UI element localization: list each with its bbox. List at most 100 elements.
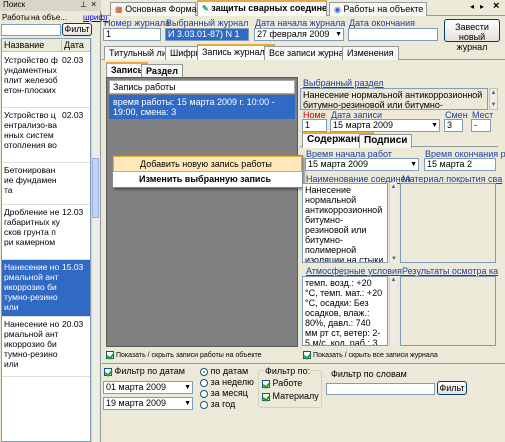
work-start-field[interactable]: 15 марта 2009 ▼	[305, 158, 419, 171]
checkbox-icon[interactable]	[262, 392, 270, 401]
table-header: Название Дата	[2, 39, 90, 52]
radio-icon[interactable]	[200, 400, 208, 409]
inspection-textbox[interactable]	[400, 276, 496, 346]
chevron-down-icon[interactable]: ▼	[184, 382, 191, 393]
search-panel-titlebar: Поиск ⊥ ×	[0, 0, 101, 11]
filter-by-work[interactable]: Работе	[262, 378, 302, 388]
end-date-field[interactable]	[348, 28, 438, 41]
record-date-field[interactable]: 15 марта 2009 ▼	[330, 119, 440, 132]
scroll-down-icon[interactable]: ▼	[490, 101, 497, 109]
atmosphere-scroll[interactable]: ▲	[389, 276, 397, 346]
menu-item-edit-record[interactable]: Изменить выбранную запись	[113, 172, 302, 188]
work-end-field[interactable]: 15 марта 2	[424, 158, 496, 171]
row-date: 20.03	[62, 319, 84, 329]
shift-field[interactable]: 3	[444, 119, 463, 132]
table-row[interactable]: Устройство централизо-ванных систем отоп…	[2, 108, 90, 163]
connection-name-text: Нанесение нормальной антикоррозионной би…	[305, 185, 384, 263]
record-number-field[interactable]: 1	[302, 119, 327, 132]
checkbox-icon[interactable]	[106, 351, 114, 359]
table-row[interactable]: Нанесение нормальной антикоррозио битумн…	[2, 317, 90, 377]
table-row[interactable]: Дробление негабаритных кусков грунта при…	[2, 205, 90, 260]
filter-by-work-label: Работе	[272, 378, 303, 388]
row-name: Устройство фундаментных плит железобетон…	[4, 55, 58, 95]
table-row[interactable]: Нанесение нормальной антикоррозио битумн…	[2, 260, 90, 317]
place-field[interactable]: -	[471, 119, 491, 132]
radio-week[interactable]: за неделю	[200, 377, 254, 387]
row-date: 02.03	[62, 55, 84, 65]
tab-main-form[interactable]: ▦ Основная Форма	[110, 2, 197, 16]
close-icon[interactable]: ×	[91, 0, 96, 9]
filter-by-material[interactable]: Материалу	[262, 391, 319, 401]
scroll-down-icon[interactable]: ▼	[390, 255, 398, 263]
chevron-down-icon[interactable]: ▼	[431, 120, 438, 131]
toggle-all-records[interactable]: Показать / скрыть все записи журнала	[303, 351, 438, 359]
row-date: 12.03	[62, 207, 84, 217]
filter-by-label: Фильтр по:	[264, 366, 312, 376]
chevron-down-icon[interactable]: ▼	[410, 159, 417, 170]
search-panel: Поиск ⊥ × Работы на объе... шрифт Фильт …	[0, 0, 108, 442]
chevron-down-icon[interactable]: ▼	[335, 29, 342, 40]
tab-section[interactable]: Раздел	[141, 64, 183, 78]
checkbox-icon[interactable]	[303, 351, 311, 359]
date-from-field[interactable]: 01 марта 2009 ▼	[103, 381, 193, 394]
radio-label: за месяц	[210, 388, 248, 398]
tab-weld-journal[interactable]: ✎ защиты сварных соединени	[197, 0, 327, 16]
menu-item-add-record[interactable]: Добавить новую запись работы	[113, 156, 302, 172]
works-list-header: Запись работы	[109, 80, 295, 94]
start-date-field[interactable]: 27 февраля 2009 ▼	[254, 28, 344, 41]
scroll-up-icon[interactable]: ▲	[390, 183, 397, 191]
works-table: Название Дата Устройство фундаментных пл…	[1, 38, 91, 442]
column-header-name[interactable]: Название	[4, 40, 44, 50]
radio-month[interactable]: за месяц	[200, 388, 248, 398]
checkbox-icon[interactable]	[262, 379, 270, 388]
date-to-field[interactable]: 19 марта 2009 ▼	[103, 397, 193, 410]
chevron-down-icon[interactable]: ▼	[184, 398, 191, 409]
row-name: Нанесение нормальной антикоррозио битумн…	[4, 262, 60, 312]
tab-site-works[interactable]: ◉ Работы на объекте	[329, 2, 427, 16]
connection-name-scroll[interactable]: ▲ ▼	[389, 183, 397, 263]
radio-icon[interactable]	[200, 367, 208, 376]
radio-year[interactable]: за год	[200, 399, 235, 409]
scroll-thumb[interactable]	[92, 158, 99, 218]
toggle-all-records-label: Показать / скрыть все записи журнала	[312, 351, 438, 359]
scroll-up-icon[interactable]: ▲	[490, 89, 497, 97]
work-entry-selected[interactable]: время работы: 15 марта 2009 г. 10:00 - 1…	[109, 95, 295, 119]
checkbox-icon[interactable]	[104, 367, 112, 376]
tab-scroll-left-icon[interactable]: ◂	[470, 2, 474, 11]
tab-signatures[interactable]: Подписи	[359, 134, 413, 148]
material-textbox[interactable]	[400, 183, 496, 263]
table-row[interactable]: Бетонирование фундамента	[2, 163, 90, 205]
connection-name-textbox[interactable]: Нанесение нормальной антикоррозионной би…	[302, 183, 388, 263]
left-scrollbar[interactable]	[91, 38, 99, 442]
radio-icon[interactable]	[200, 378, 208, 387]
column-divider	[61, 40, 62, 51]
atmosphere-label: Атмосферные условия	[306, 266, 402, 276]
work-start-value: 15 марта 2009	[308, 159, 369, 169]
column-header-date[interactable]: Дата	[64, 40, 84, 50]
tab-close-icon[interactable]: ×	[493, 0, 499, 12]
words-filter-button[interactable]: Фильт	[437, 381, 467, 395]
works-list-panel: Запись работы время работы: 15 марта 200…	[106, 77, 298, 347]
new-journal-button[interactable]: Завести новый журнал	[444, 19, 500, 52]
atmosphere-textbox[interactable]: темп. возд.: +20 °С, темп. мат.: +20 °С,…	[302, 276, 388, 346]
date-from-value: 01 марта 2009	[106, 382, 167, 392]
words-filter-input[interactable]	[326, 383, 435, 395]
journal-number-field[interactable]: 1	[103, 28, 161, 41]
date-filter-toggle[interactable]: Фильтр по датам	[104, 366, 185, 376]
radio-by-dates[interactable]: по датам	[200, 366, 248, 376]
row-name: Дробление негабаритных кусков грунта при…	[4, 207, 60, 247]
tab-scroll-right-icon[interactable]: ▸	[480, 2, 484, 11]
section-scroll[interactable]: ▲ ▼	[489, 88, 498, 110]
toggle-site-works[interactable]: Показать / скрыть записи работы на объек…	[106, 351, 262, 359]
date-to-value: 19 марта 2009	[106, 398, 167, 408]
search-input[interactable]	[1, 24, 61, 36]
tab-changes[interactable]: Изменения	[342, 46, 399, 60]
table-row[interactable]: Устройство фундаментных плит железобетон…	[2, 53, 90, 108]
journal-icon: ✎	[202, 4, 209, 13]
radio-icon[interactable]	[200, 389, 208, 398]
left-filter-button[interactable]: Фильт	[62, 23, 92, 36]
selected-journal-field[interactable]: И 3.03.01-87) N 1	[165, 28, 249, 41]
scroll-up-icon[interactable]: ▲	[390, 276, 397, 284]
pin-icon[interactable]: ⊥	[80, 0, 87, 9]
row-date: 02.03	[62, 110, 84, 120]
